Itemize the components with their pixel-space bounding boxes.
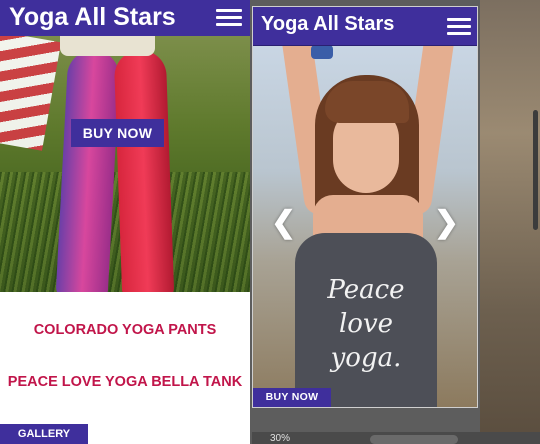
right-phone-preview: Yoga All Stars Peace love yoga. ❮ ❯ BUY … bbox=[252, 6, 478, 408]
tank-print-line: yoga. bbox=[330, 343, 402, 373]
horizontal-scrollbar[interactable] bbox=[370, 435, 458, 444]
brand-logo[interactable]: Yoga All Stars bbox=[261, 13, 394, 36]
bangs bbox=[325, 81, 409, 123]
wristband bbox=[311, 45, 333, 59]
carousel-slide: Peace love yoga. ❮ ❯ bbox=[253, 45, 477, 407]
background-image-strip bbox=[480, 0, 540, 444]
product-link-colorado-yoga-pants[interactable]: COLORADO YOGA PANTS bbox=[0, 322, 250, 338]
navbar: Yoga All Stars bbox=[253, 7, 477, 46]
tank-print-text: Peace love yoga. bbox=[299, 273, 433, 375]
buy-now-button[interactable]: BUY NOW bbox=[71, 119, 164, 147]
waistband bbox=[60, 36, 155, 56]
gallery-tab[interactable]: GALLERY bbox=[0, 424, 88, 444]
chevron-right-icon[interactable]: ❯ bbox=[434, 205, 459, 240]
yoga-pants-right-leg bbox=[113, 49, 175, 292]
vertical-scrollbar[interactable] bbox=[533, 110, 538, 230]
product-link-peace-love-yoga-bella-tank[interactable]: PEACE LOVE YOGA BELLA TANK bbox=[0, 374, 250, 390]
flag-decoration bbox=[0, 36, 62, 151]
navbar: Yoga All Stars bbox=[0, 0, 250, 36]
editor-status-bar: 30% bbox=[252, 432, 540, 444]
hero-image bbox=[0, 36, 250, 292]
brand-logo[interactable]: Yoga All Stars bbox=[9, 3, 176, 32]
zoom-level[interactable]: 30% bbox=[270, 433, 290, 444]
chevron-left-icon[interactable]: ❮ bbox=[271, 205, 296, 240]
buy-now-button[interactable]: BUY NOW bbox=[253, 388, 331, 407]
hamburger-icon[interactable] bbox=[216, 9, 242, 27]
tank-print-line: Peace bbox=[327, 275, 405, 305]
left-phone-preview: Yoga All Stars BUY NOW COLORADO YOGA PAN… bbox=[0, 0, 250, 444]
tank-print-line: love bbox=[338, 309, 394, 339]
hamburger-icon[interactable] bbox=[447, 18, 471, 36]
